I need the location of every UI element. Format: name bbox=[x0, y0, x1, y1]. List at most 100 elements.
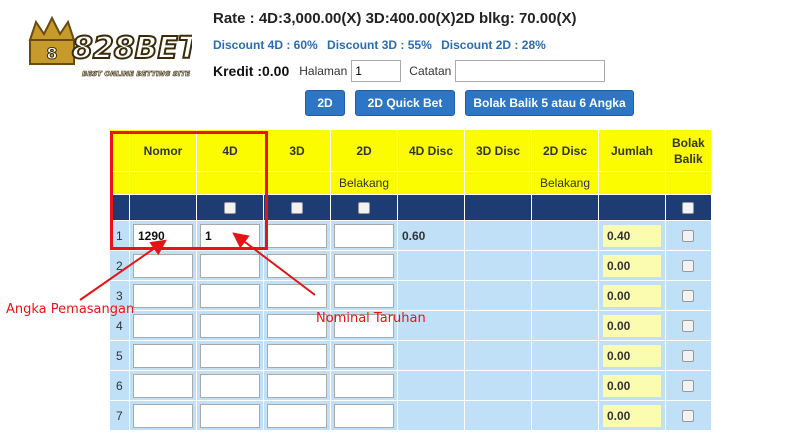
3d-disc-value bbox=[464, 400, 532, 431]
2d-disc-value bbox=[531, 370, 599, 401]
bolak-balik-button[interactable]: Bolak Balik 5 atau 6 Angka bbox=[465, 90, 634, 116]
3d-input[interactable] bbox=[267, 343, 327, 368]
2d-disc-value bbox=[531, 220, 599, 251]
row-number: 6 bbox=[109, 370, 130, 401]
rate-info: Rate : 4D:3,000.00(X) 3D:400.00(X)2D blk… bbox=[213, 10, 577, 27]
bolak-balik-checkbox[interactable] bbox=[682, 260, 695, 273]
table-subheader-row: Belakang Belakang bbox=[109, 171, 712, 195]
jumlah-value: 0.40 bbox=[603, 224, 661, 247]
sub-2d-belakang: Belakang bbox=[330, 171, 398, 195]
2d-input[interactable] bbox=[334, 223, 394, 248]
discount-info: Discount 4D : 60% Discount 3D : 55% Disc… bbox=[213, 38, 552, 52]
bolak-balik-checkbox[interactable] bbox=[682, 350, 695, 363]
header-3d-disc: 3D Disc bbox=[464, 129, 532, 172]
halaman-label: Halaman bbox=[299, 64, 348, 78]
3d-disc-value bbox=[464, 250, 532, 281]
table-row: 3 0.00 bbox=[109, 280, 712, 311]
brand-logo[interactable]: 8 828BET BEST ONLINE BETTING SITE bbox=[22, 12, 202, 88]
3d-input[interactable] bbox=[267, 253, 327, 278]
bolak-balik-checkbox[interactable] bbox=[682, 410, 695, 423]
4d-disc-value bbox=[397, 370, 465, 401]
table-row: 1 0.60 0.40 bbox=[109, 220, 712, 251]
jumlah-value: 0.00 bbox=[603, 314, 661, 337]
2d-input[interactable] bbox=[334, 373, 394, 398]
3d-input[interactable] bbox=[267, 403, 327, 428]
jumlah-value: 0.00 bbox=[603, 374, 661, 397]
halaman-input[interactable] bbox=[351, 60, 402, 82]
header-3d: 3D bbox=[263, 129, 331, 172]
2d-input[interactable] bbox=[334, 403, 394, 428]
header-nomor: Nomor bbox=[129, 129, 197, 172]
select-all-4d-checkbox[interactable] bbox=[224, 202, 236, 215]
2d-input[interactable] bbox=[334, 343, 394, 368]
row-number: 2 bbox=[109, 250, 130, 281]
header-4d: 4D bbox=[196, 129, 264, 172]
table-select-all-row bbox=[109, 194, 712, 221]
nomor-input[interactable] bbox=[133, 313, 193, 338]
row-number: 5 bbox=[109, 340, 130, 371]
4d-disc-value bbox=[397, 400, 465, 431]
catatan-input[interactable] bbox=[455, 60, 606, 82]
3d-disc-value bbox=[464, 340, 532, 371]
2d-quick-bet-button[interactable]: 2D Quick Bet bbox=[355, 90, 455, 116]
bolak-balik-checkbox[interactable] bbox=[682, 320, 695, 333]
kredit-value: Kredit :0.00 bbox=[213, 63, 290, 79]
4d-input[interactable] bbox=[200, 343, 260, 368]
2d-input[interactable] bbox=[334, 283, 394, 308]
jumlah-value: 0.00 bbox=[603, 284, 661, 307]
jumlah-value: 0.00 bbox=[603, 344, 661, 367]
discount-3d: Discount 3D : 55% bbox=[327, 38, 432, 52]
4d-input[interactable] bbox=[200, 313, 260, 338]
4d-input[interactable] bbox=[200, 403, 260, 428]
row-number: 7 bbox=[109, 400, 130, 431]
2d-disc-value bbox=[531, 310, 599, 341]
4d-input[interactable] bbox=[200, 253, 260, 278]
nomor-input[interactable] bbox=[133, 253, 193, 278]
table-row: 5 0.00 bbox=[109, 340, 712, 371]
2d-disc-value bbox=[531, 340, 599, 371]
2d-disc-value bbox=[531, 280, 599, 311]
bolak-balik-checkbox[interactable] bbox=[682, 230, 695, 243]
3d-disc-value bbox=[464, 370, 532, 401]
select-all-bolak-checkbox[interactable] bbox=[682, 202, 695, 215]
nomor-input[interactable] bbox=[133, 403, 193, 428]
table-row: 7 0.00 bbox=[109, 400, 712, 431]
4d-input[interactable] bbox=[200, 373, 260, 398]
3d-disc-value bbox=[464, 220, 532, 251]
annotation-angka-pemasangan: Angka Pemasangan bbox=[6, 302, 135, 317]
4d-input[interactable] bbox=[200, 283, 260, 308]
table-row: 2 0.00 bbox=[109, 250, 712, 281]
3d-input[interactable] bbox=[267, 223, 327, 248]
2d-disc-value bbox=[531, 250, 599, 281]
header-jumlah: Jumlah bbox=[598, 129, 666, 172]
2d-input[interactable] bbox=[334, 253, 394, 278]
sub-2d-disc-belakang: Belakang bbox=[531, 171, 599, 195]
nomor-input[interactable] bbox=[133, 223, 193, 248]
bolak-balik-checkbox[interactable] bbox=[682, 380, 695, 393]
jumlah-value: 0.00 bbox=[603, 254, 661, 277]
discount-4d: Discount 4D : 60% bbox=[213, 38, 318, 52]
header-2d-disc: 2D Disc bbox=[531, 129, 599, 172]
bolak-balik-checkbox[interactable] bbox=[682, 290, 695, 303]
select-all-3d-checkbox[interactable] bbox=[291, 202, 303, 215]
row-number: 1 bbox=[109, 220, 130, 251]
discount-2d: Discount 2D : 28% bbox=[441, 38, 546, 52]
2d-button[interactable]: 2D bbox=[305, 90, 345, 116]
catatan-label: Catatan bbox=[409, 64, 452, 78]
3d-input[interactable] bbox=[267, 373, 327, 398]
header-2d: 2D bbox=[330, 129, 398, 172]
nomor-input[interactable] bbox=[133, 283, 193, 308]
4d-input[interactable] bbox=[200, 223, 260, 248]
nomor-input[interactable] bbox=[133, 373, 193, 398]
header-4d-disc: 4D Disc bbox=[397, 129, 465, 172]
4d-disc-value bbox=[397, 250, 465, 281]
2d-disc-value bbox=[531, 400, 599, 431]
table-header-row: Nomor 4D 3D 2D 4D Disc 3D Disc 2D Disc J… bbox=[109, 129, 712, 172]
svg-text:8: 8 bbox=[46, 44, 57, 63]
bet-table: Nomor 4D 3D 2D 4D Disc 3D Disc 2D Disc J… bbox=[109, 129, 712, 431]
select-all-2d-checkbox[interactable] bbox=[358, 202, 370, 215]
table-row: 6 0.00 bbox=[109, 370, 712, 401]
3d-input[interactable] bbox=[267, 283, 327, 308]
logo-text: 828BET bbox=[72, 31, 192, 66]
nomor-input[interactable] bbox=[133, 343, 193, 368]
